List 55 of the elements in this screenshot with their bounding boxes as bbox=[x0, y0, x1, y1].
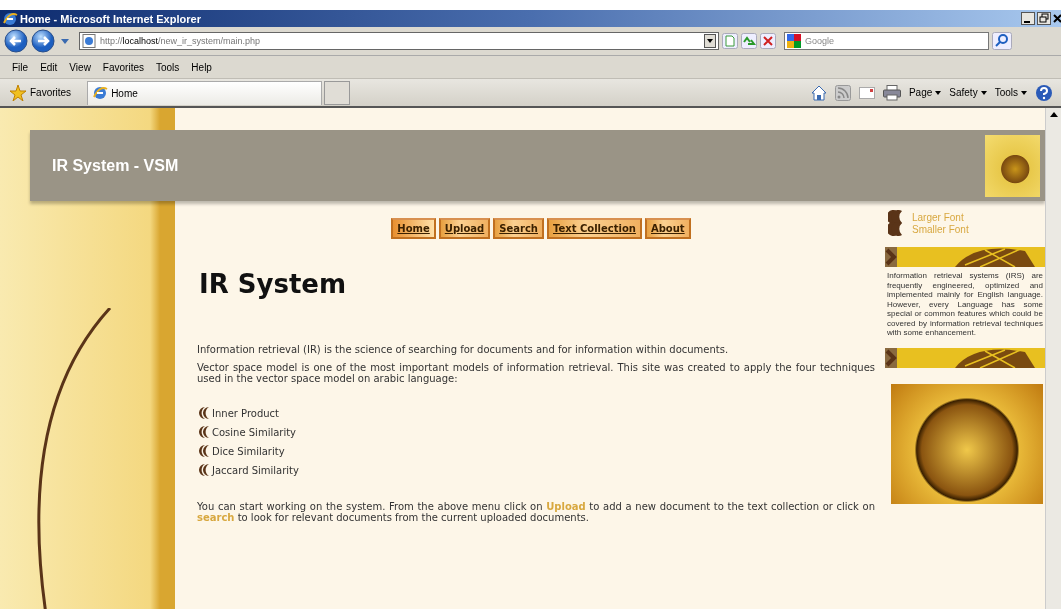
search-icon[interactable] bbox=[992, 32, 1012, 50]
search-field[interactable]: Google bbox=[784, 32, 989, 50]
print-icon[interactable] bbox=[882, 84, 901, 101]
help-icon[interactable] bbox=[1035, 83, 1053, 102]
google-logo-icon bbox=[787, 34, 801, 48]
page-icon bbox=[82, 34, 96, 48]
menu-item[interactable]: Tools bbox=[156, 61, 180, 73]
technique-item: Jaccard Similarity bbox=[212, 464, 299, 476]
forward-icon[interactable] bbox=[31, 29, 55, 53]
browser-logo-icon bbox=[2, 10, 18, 27]
technique-item: Cosine Similarity bbox=[212, 426, 297, 438]
technique-item: Dice Similarity bbox=[212, 445, 285, 457]
stop-icon[interactable] bbox=[760, 33, 776, 49]
nav-link[interactable]: Search bbox=[493, 218, 544, 239]
site-title: IR System - VSM bbox=[52, 156, 179, 175]
scrollbar[interactable] bbox=[1045, 108, 1061, 609]
globe-photo bbox=[985, 134, 1040, 197]
caret-icon bbox=[935, 90, 942, 95]
minimize-icon[interactable] bbox=[1021, 12, 1035, 25]
refresh-icon[interactable] bbox=[741, 33, 757, 49]
paragraph: You can start working on the system. From the above menu click on Upload to add a new document to the text collection or click on search to look for relevant documents from the current uploaded documents. bbox=[197, 501, 875, 523]
dropdown-caret-icon[interactable] bbox=[61, 38, 69, 44]
caret-icon bbox=[1021, 90, 1027, 95]
command-menu[interactable]: Safety bbox=[949, 87, 987, 98]
nav-link[interactable]: Upload bbox=[438, 218, 491, 239]
favorites-button[interactable]: Favorites bbox=[10, 84, 72, 101]
sidebar-text: Information retrieval systems (IRS) are frequently engineered, optimized and implemented mainly for English language. However, every Language has some special or common features which could be covered by information retrieval techniques with some enhancement. bbox=[887, 271, 1043, 338]
paragraph: Vector space model is one of the most important models of information retrieval. This site was created to apply the four techniques used in the vector space model on arabic language: bbox=[197, 362, 875, 384]
scroll-up-icon bbox=[1049, 112, 1058, 117]
mail-icon[interactable] bbox=[858, 86, 875, 99]
paragraph: Information retrieval (IR) is the science of searching for documents and for information within documents. bbox=[197, 344, 730, 355]
command-menu[interactable]: Page bbox=[908, 87, 942, 98]
menu-item[interactable]: View bbox=[69, 61, 91, 73]
close-icon[interactable] bbox=[1053, 12, 1061, 25]
star-icon bbox=[10, 84, 26, 101]
home-icon[interactable] bbox=[810, 84, 827, 101]
menu-item[interactable]: File bbox=[12, 61, 29, 73]
command-menu[interactable]: Tools bbox=[994, 87, 1027, 98]
window-title: Home - Microsoft Internet Explorer bbox=[20, 12, 202, 25]
address-field[interactable]: http://localhost/new_ir_system/main.php bbox=[79, 32, 719, 50]
back-icon[interactable] bbox=[4, 29, 28, 53]
technique-item: Inner Product bbox=[212, 407, 280, 419]
url-text: http://localhost/new_ir_system/main.php bbox=[100, 36, 262, 46]
nav-link[interactable]: Home bbox=[391, 218, 436, 239]
menu-item[interactable]: Help bbox=[191, 61, 212, 73]
restore-icon[interactable] bbox=[1037, 12, 1051, 25]
nav-link[interactable]: Text Collection bbox=[547, 218, 642, 239]
page-heading: IR System bbox=[199, 269, 348, 299]
menu-item[interactable]: Edit bbox=[40, 61, 58, 73]
browser-tab[interactable]: Home bbox=[87, 80, 323, 105]
feed-icon[interactable] bbox=[834, 84, 851, 101]
menu-item[interactable]: Favorites bbox=[102, 61, 144, 73]
browser-logo-icon bbox=[92, 85, 109, 101]
nav-link[interactable]: About bbox=[644, 218, 691, 239]
caret-icon bbox=[980, 90, 987, 95]
